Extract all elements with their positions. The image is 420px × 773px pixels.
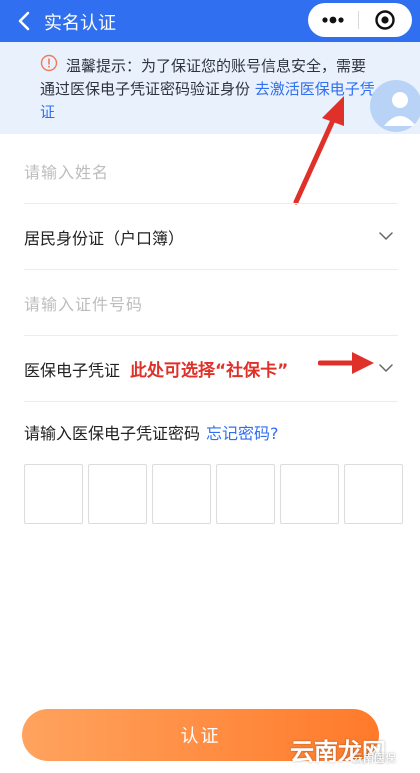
chevron-left-icon — [18, 11, 30, 31]
close-button[interactable] — [359, 3, 411, 37]
forgot-password-link[interactable]: 忘记密码? — [206, 424, 279, 443]
back-button[interactable] — [6, 0, 42, 42]
id-number-input-placeholder: 请输入证件号码 — [24, 295, 144, 314]
mini-program-capsule — [308, 3, 412, 37]
credential-type-select[interactable]: 医保电子凭证 此处可选择“社保卡” — [24, 336, 398, 402]
notice-text: 温馨提示：为了保证您的账号信息安全，需要通过医保电子凭证密码验证身份 去激活医保… — [40, 55, 380, 124]
more-dots-icon — [322, 16, 344, 24]
top-bar: 实名认证 — [0, 0, 420, 42]
name-field[interactable]: 请输入姓名 — [24, 138, 398, 204]
pin-box[interactable] — [216, 464, 275, 524]
pin-box[interactable] — [24, 464, 83, 524]
password-label-text: 请输入医保电子凭证密码 — [24, 424, 201, 443]
page-title: 实名认证 — [44, 13, 116, 34]
pin-box[interactable] — [280, 464, 339, 524]
person-icon — [384, 92, 416, 126]
target-close-icon — [375, 10, 395, 30]
chevron-down-icon — [379, 232, 393, 240]
customer-service-icon[interactable] — [370, 80, 420, 132]
pin-box[interactable] — [344, 464, 403, 524]
password-input[interactable] — [24, 464, 404, 524]
id-type-value: 居民身份证（户口簿） — [24, 229, 185, 248]
pin-box[interactable] — [152, 464, 211, 524]
credential-type-value: 医保电子凭证 — [24, 361, 121, 380]
verify-button[interactable]: 认证 — [22, 709, 379, 761]
pin-box[interactable] — [88, 464, 147, 524]
chevron-down-icon — [379, 364, 393, 372]
id-type-select[interactable]: 居民身份证（户口簿） — [24, 204, 398, 270]
verify-button-label: 认证 — [180, 726, 221, 747]
password-label: 请输入医保电子凭证密码 忘记密码? — [24, 420, 279, 444]
annotation-text: 此处可选择“社保卡” — [130, 361, 289, 381]
name-input-placeholder: 请输入姓名 — [24, 163, 110, 182]
more-button[interactable] — [308, 3, 358, 37]
id-number-field[interactable]: 请输入证件号码 — [24, 270, 398, 336]
